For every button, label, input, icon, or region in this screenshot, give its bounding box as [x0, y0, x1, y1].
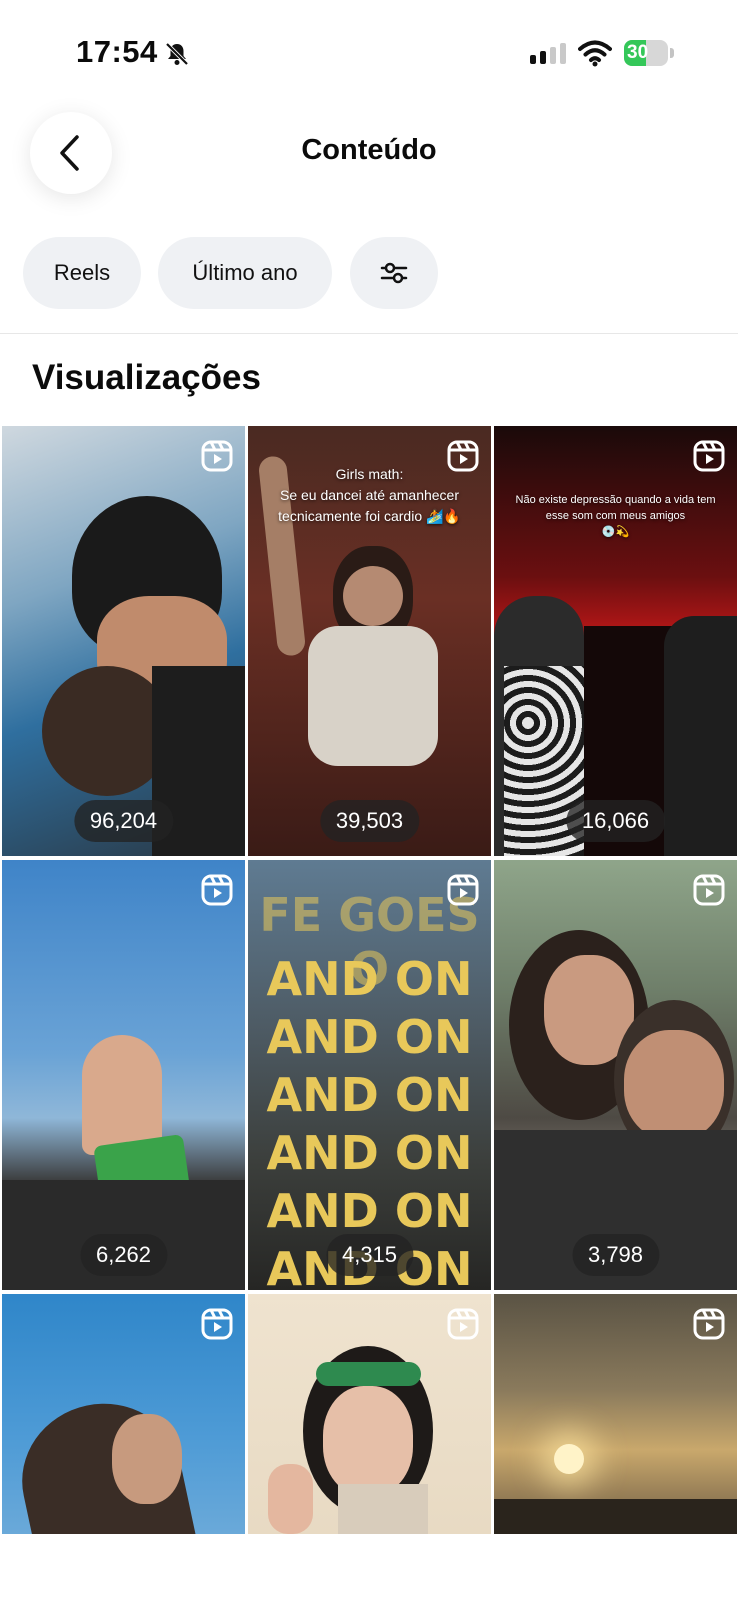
reel-tile[interactable]: Não existe depressão quando a vida tem e…: [494, 426, 737, 856]
reel-caption: Girls math: Se eu dancei até amanhecer t…: [278, 466, 461, 524]
bell-slash-icon: [165, 42, 189, 66]
view-count: 39,503: [319, 800, 420, 842]
reels-icon: [447, 440, 479, 472]
view-count: 3,798: [571, 1234, 660, 1276]
battery-level: 30: [627, 42, 649, 63]
reels-icon: [447, 1308, 479, 1340]
reel-overlay-line: AND ON: [266, 1068, 473, 1122]
section-title: Visualizações: [32, 358, 261, 397]
view-count: 96,204: [73, 800, 174, 842]
signal-icon: [530, 43, 566, 64]
page-title: Conteúdo: [301, 134, 437, 166]
reels-icon: [201, 874, 233, 906]
view-count: 4,315: [325, 1234, 414, 1276]
battery-icon: 30: [624, 40, 676, 66]
reels-icon: [693, 874, 725, 906]
filter-settings-button[interactable]: [350, 237, 438, 309]
sliders-icon: [380, 262, 408, 284]
status-time: 17:54: [76, 34, 158, 69]
status-bar: 17:54 30: [0, 0, 738, 100]
reel-tile[interactable]: 6,262: [2, 860, 245, 1290]
reel-tile[interactable]: Girls math: Se eu dancei até amanhecer t…: [248, 426, 491, 856]
reels-icon: [201, 1308, 233, 1340]
wifi-icon: [578, 40, 612, 67]
filter-chip-type-label: Reels: [53, 260, 111, 285]
reel-overlay-line: AND ON: [266, 952, 473, 1006]
reels-icon: [693, 440, 725, 472]
view-count: 6,262: [79, 1234, 168, 1276]
reels-icon: [447, 874, 479, 906]
reel-tile[interactable]: FE GOES O AND ON AND ON AND ON AND ON AN…: [248, 860, 491, 1290]
reel-tile[interactable]: [494, 1294, 737, 1534]
divider: [0, 333, 738, 334]
reel-overlay-line: AND ON: [266, 1010, 473, 1064]
reel-tile[interactable]: [2, 1294, 245, 1534]
reel-tile[interactable]: 96,204: [2, 426, 245, 856]
view-count: 16,066: [565, 800, 666, 842]
reels-icon: [693, 1308, 725, 1340]
reel-overlay-line: AND ON: [266, 1184, 473, 1238]
reel-tile[interactable]: [248, 1294, 491, 1534]
reel-caption: Não existe depressão quando a vida tem e…: [515, 494, 716, 538]
filter-chip-period[interactable]: Último ano: [158, 237, 332, 309]
filter-chip-type[interactable]: Reels: [23, 237, 141, 309]
filter-chip-period-label: Último ano: [192, 260, 298, 285]
reel-tile[interactable]: 3,798: [494, 860, 737, 1290]
reel-overlay-line: AND ON: [266, 1126, 473, 1180]
reels-icon: [201, 440, 233, 472]
